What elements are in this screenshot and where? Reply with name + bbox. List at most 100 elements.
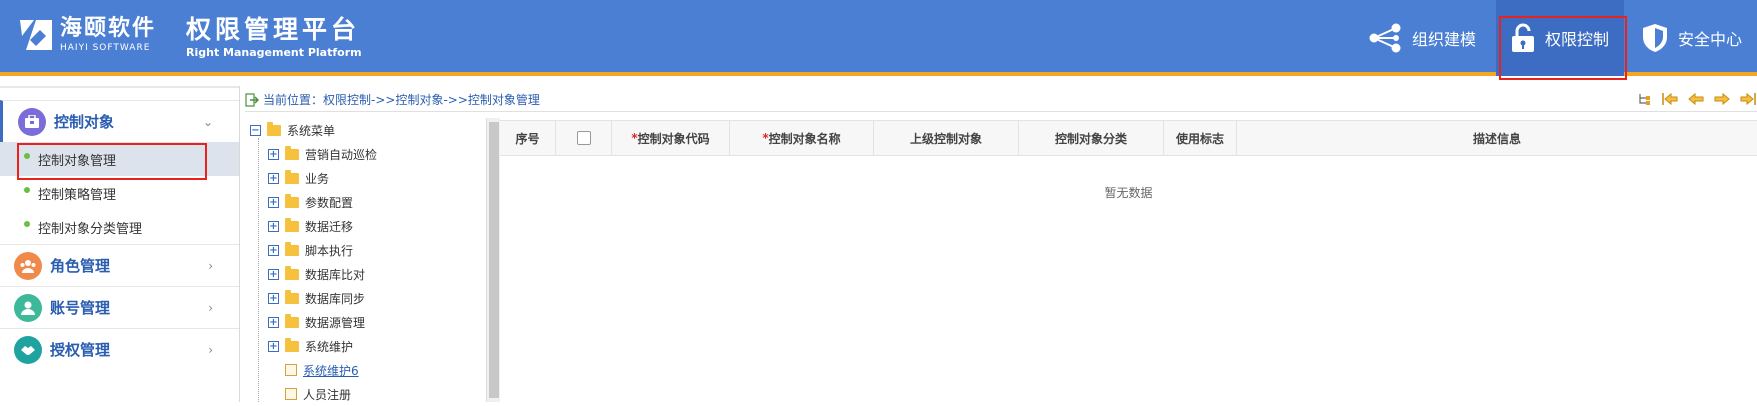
- folder-icon: [285, 313, 299, 328]
- tree-node-label: 系统菜单: [287, 123, 336, 138]
- column-header-code[interactable]: * 控制对象代码: [612, 121, 730, 155]
- nav-org-modeling[interactable]: 组织建模: [1368, 0, 1476, 76]
- bullet-dot-icon: [24, 221, 30, 227]
- expand-icon[interactable]: +: [268, 292, 279, 304]
- tree-node-label: 营销自动巡检: [305, 147, 378, 162]
- platform-title-en: Right Management Platform: [186, 46, 362, 59]
- nav-permission-control[interactable]: 权限控制: [1496, 0, 1627, 80]
- scrollbar-thumb[interactable]: [489, 122, 499, 398]
- folder-icon: [285, 265, 299, 280]
- sidebar-item-control-policy-management[interactable]: 控制策略管理: [0, 176, 239, 210]
- chevron-right-icon: ›: [208, 301, 213, 315]
- tree-node[interactable]: + 数据库同步: [250, 286, 486, 310]
- tree-node-label: 数据迁移: [305, 219, 354, 234]
- expand-icon[interactable]: +: [268, 244, 279, 256]
- tree-node-label: 参数配置: [305, 195, 354, 210]
- column-header-description[interactable]: 描述信息: [1237, 121, 1757, 155]
- folder-icon: [285, 289, 299, 304]
- document-icon: [285, 388, 297, 400]
- tree-leaf[interactable]: 系统维护6: [250, 358, 486, 382]
- expand-icon[interactable]: +: [268, 196, 279, 208]
- share-nodes-icon: [1369, 23, 1401, 53]
- expand-icon[interactable]: +: [268, 172, 279, 184]
- column-header-select: [556, 121, 612, 155]
- tree-node-label: 业务: [305, 171, 330, 186]
- tree-node[interactable]: + 数据库比对: [250, 262, 486, 286]
- nav-org-label: 组织建模: [1412, 30, 1477, 49]
- sidebar-group-account-management[interactable]: 账号管理 ›: [0, 286, 239, 328]
- tree-node[interactable]: + 参数配置: [250, 190, 486, 214]
- first-page-icon[interactable]: [1661, 90, 1679, 108]
- sidebar-group-label: 控制对象: [54, 113, 115, 131]
- nav-security-label: 安全中心: [1678, 30, 1743, 49]
- unlock-icon: [1511, 23, 1534, 52]
- folder-icon: [285, 193, 299, 208]
- select-all-checkbox[interactable]: [576, 131, 591, 145]
- data-table: 序号 * 控制对象代码 * 控制对象名称 上级控制对象 控制对象分类 使用标志 描述…: [500, 120, 1757, 402]
- last-page-icon[interactable]: [1739, 90, 1757, 108]
- chevron-right-icon: ›: [208, 343, 213, 357]
- tree-node[interactable]: + 数据迁移: [250, 214, 486, 238]
- column-header-usage-flag[interactable]: 使用标志: [1164, 121, 1237, 155]
- tree-leaf[interactable]: 人员注册: [250, 382, 486, 406]
- expand-icon[interactable]: +: [268, 148, 279, 160]
- column-header-parent[interactable]: 上级控制对象: [874, 121, 1019, 155]
- tree-node-label: 人员注册: [303, 387, 352, 402]
- folder-icon: [267, 121, 281, 136]
- tree-node-label: 数据源管理: [305, 315, 366, 330]
- tree-node-label: 数据库比对: [305, 267, 366, 282]
- expand-icon[interactable]: +: [268, 268, 279, 280]
- platform-title: 权限管理平台 Right Management Platform: [186, 16, 362, 60]
- sidebar: 控制对象 ⌄ 控制对象管理 控制策略管理 控制对象分类管理 角色管理 › 账号管…: [0, 86, 240, 402]
- nav-security-center[interactable]: 安全中心: [1642, 0, 1742, 76]
- column-header-category[interactable]: 控制对象分类: [1019, 121, 1164, 155]
- sidebar-item-control-object-management[interactable]: 控制对象管理: [0, 142, 239, 180]
- tree-scrollbar[interactable]: [486, 118, 500, 402]
- folder-icon: [285, 169, 299, 184]
- sidebar-item-control-object-category-management[interactable]: 控制对象分类管理: [0, 210, 239, 244]
- tree-node-label: 数据库同步: [305, 291, 366, 306]
- table-header: 序号 * 控制对象代码 * 控制对象名称 上级控制对象 控制对象分类 使用标志 描述…: [500, 120, 1757, 156]
- bullet-dot-icon: [24, 153, 30, 159]
- folder-icon: [285, 241, 299, 256]
- sidebar-group-label: 角色管理: [50, 257, 111, 275]
- tree-node[interactable]: + 营销自动巡检: [250, 142, 486, 166]
- column-header-name[interactable]: * 控制对象名称: [730, 121, 874, 155]
- briefcase-icon: [18, 107, 46, 136]
- bullet-dot-icon: [24, 187, 30, 193]
- sidebar-item-label: 控制对象管理: [38, 153, 117, 169]
- column-header-index: 序号: [500, 121, 556, 155]
- tree-node[interactable]: + 脚本执行: [250, 238, 486, 262]
- user-icon: [14, 293, 42, 322]
- company-name-cn: 海颐软件: [60, 16, 157, 41]
- chevron-right-icon: ›: [208, 259, 213, 273]
- sidebar-group-control-objects[interactable]: 控制对象 ⌄: [0, 100, 239, 142]
- sidebar-item-label: 控制策略管理: [38, 187, 117, 203]
- sidebar-group-label: 账号管理: [50, 299, 111, 317]
- collapse-icon[interactable]: −: [250, 124, 261, 136]
- expand-icon[interactable]: +: [268, 220, 279, 232]
- expand-icon[interactable]: +: [268, 316, 279, 328]
- previous-page-icon[interactable]: [1687, 90, 1705, 108]
- expand-icon[interactable]: +: [268, 340, 279, 352]
- next-page-icon[interactable]: [1713, 90, 1731, 108]
- company-logo: 海颐软件 HAIYI SOFTWARE: [18, 16, 156, 54]
- logo-mark-icon: [18, 16, 54, 54]
- menu-tree: − 系统菜单 + 营销自动巡检 + 业务 + 参数配置 + 数据迁移 + 脚本执…: [250, 118, 486, 402]
- tree-node-label[interactable]: 系统维护6: [303, 362, 359, 379]
- arrow-right-icon: [245, 92, 259, 107]
- sidebar-group-authorization-management[interactable]: 授权管理 ›: [0, 328, 239, 370]
- tree-node[interactable]: + 数据源管理: [250, 310, 486, 334]
- chevron-down-icon: ⌄: [202, 115, 213, 129]
- sidebar-item-label: 控制对象分类管理: [38, 221, 143, 237]
- nav-permission-label: 权限控制: [1544, 30, 1609, 49]
- tree-node[interactable]: + 业务: [250, 166, 486, 190]
- breadcrumb: 当前位置：权限控制->>控制对象->>控制对象管理: [263, 93, 540, 107]
- shield-icon: [1643, 24, 1667, 52]
- tree-structure-icon[interactable]: [1635, 90, 1653, 108]
- handshake-icon: [14, 335, 42, 364]
- tree-node[interactable]: + 系统维护: [250, 334, 486, 358]
- tree-node-label: 脚本执行: [305, 243, 354, 258]
- tree-root-node[interactable]: − 系统菜单: [250, 118, 486, 142]
- sidebar-group-role-management[interactable]: 角色管理 ›: [0, 244, 239, 286]
